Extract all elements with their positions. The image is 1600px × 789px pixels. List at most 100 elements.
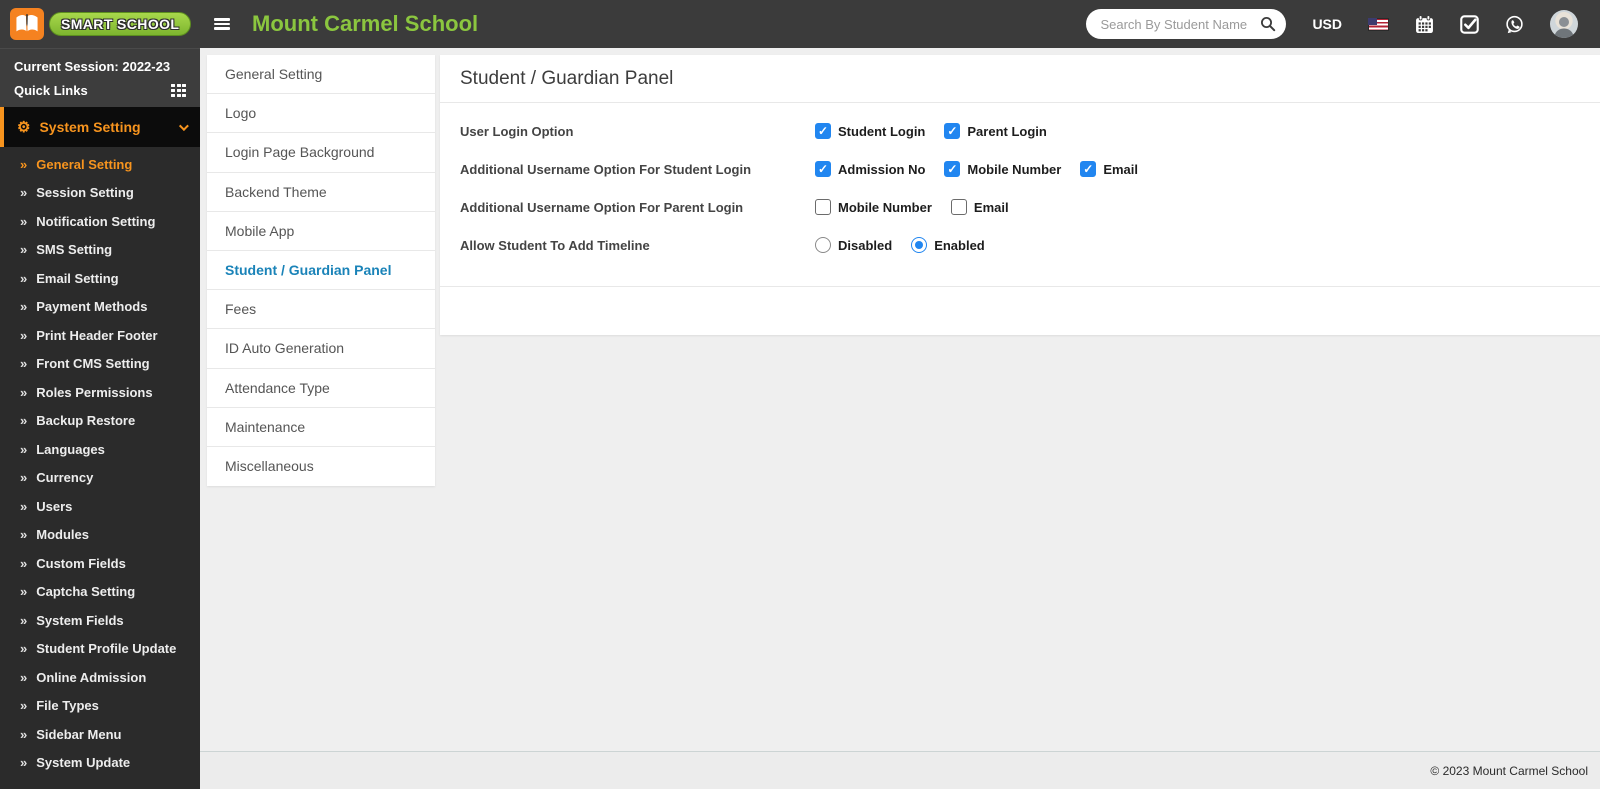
sidebar-item-email-setting[interactable]: » Email Setting <box>0 264 200 293</box>
sidebar-item-currency[interactable]: » Currency <box>0 464 200 493</box>
settings-tab-label: Login Page Background <box>225 144 375 161</box>
sidebar-item-label: Users <box>36 498 73 514</box>
user-avatar[interactable] <box>1550 10 1578 38</box>
calendar-icon[interactable] <box>1415 14 1434 34</box>
sidebar-item-student-profile-update[interactable]: » Student Profile Update <box>0 635 200 664</box>
option-label: Enabled <box>934 237 985 253</box>
chevrons-right-icon: » <box>20 726 28 742</box>
sidebar-item-backup-restore[interactable]: » Backup Restore <box>0 407 200 436</box>
task-check-icon[interactable] <box>1460 14 1479 34</box>
radio-option-enabled[interactable]: Enabled <box>911 237 985 253</box>
top-header: SMART SCHOOL Mount Carmel School USD <box>0 0 1600 48</box>
app-logo[interactable]: SMART SCHOOL <box>0 0 200 48</box>
settings-tab-label: Fees <box>225 301 257 318</box>
option-label: Mobile Number <box>967 161 1062 177</box>
settings-tab-fees[interactable]: Fees <box>207 290 435 330</box>
session-block: Current Session: 2022-23 Quick Links <box>0 48 200 107</box>
sidebar-item-users[interactable]: » Users <box>0 492 200 521</box>
chevrons-right-icon: » <box>20 327 28 343</box>
sidebar-item-print-header-footer[interactable]: » Print Header Footer <box>0 321 200 350</box>
sidebar-item-sms-setting[interactable]: » SMS Setting <box>0 236 200 265</box>
radio-option-disabled[interactable]: Disabled <box>815 237 892 253</box>
student-search-box[interactable] <box>1086 9 1287 39</box>
checkbox-checked-icon[interactable]: ✓ <box>944 123 961 139</box>
checkbox-checked-icon[interactable]: ✓ <box>944 161 961 177</box>
sidebar-item-label: Modules <box>36 527 89 543</box>
settings-tab-id-auto-generation[interactable]: ID Auto Generation <box>207 329 435 369</box>
sidebar-item-label: System Update <box>36 755 131 771</box>
sidebar-item-sidebar-menu[interactable]: » Sidebar Menu <box>0 720 200 749</box>
sidebar-item-payment-methods[interactable]: » Payment Methods <box>0 293 200 322</box>
checkbox-option-student-login[interactable]: ✓ Student Login <box>815 123 925 139</box>
radio-checked-icon[interactable] <box>911 237 928 253</box>
sidebar-item-notification-setting[interactable]: » Notification Setting <box>0 207 200 236</box>
settings-tab-login-page-background[interactable]: Login Page Background <box>207 133 435 173</box>
radio-unchecked-icon[interactable] <box>815 237 831 253</box>
checkbox-checked-icon[interactable]: ✓ <box>815 161 831 177</box>
settings-tab-label: ID Auto Generation <box>225 340 345 357</box>
sidebar-item-label: Backup Restore <box>36 413 136 429</box>
settings-tab-attendance-type[interactable]: Attendance Type <box>207 369 435 408</box>
option-label: Parent Login <box>967 123 1047 139</box>
chevrons-right-icon: » <box>20 527 28 543</box>
sidebar-item-captcha-setting[interactable]: » Captcha Setting <box>0 578 200 607</box>
row-label: Allow Student To Add Timeline <box>460 237 650 253</box>
checkbox-unchecked-icon[interactable] <box>815 199 831 215</box>
sidebar-item-label: Roles Permissions <box>36 384 153 400</box>
sidebar-item-label: General Setting <box>36 156 133 172</box>
chevrons-right-icon: » <box>20 413 28 429</box>
grid-icon[interactable] <box>171 83 186 98</box>
form-row-user-login-option: User Login Option ✓ Student Login ✓ Parent L… <box>440 112 1600 150</box>
sidebar-item-languages[interactable]: » Languages <box>0 435 200 464</box>
quick-links[interactable]: Quick Links <box>14 83 186 98</box>
checkbox-unchecked-icon[interactable] <box>950 199 967 215</box>
chevrons-right-icon: » <box>20 242 28 258</box>
settings-tab-mobile-app[interactable]: Mobile App <box>207 212 435 251</box>
checkbox-option-mobile-number[interactable]: Mobile Number <box>815 199 932 215</box>
settings-tab-miscellaneous[interactable]: Miscellaneous <box>207 447 435 486</box>
sidebar-item-label: Sidebar Menu <box>36 726 122 742</box>
hamburger-menu-icon[interactable] <box>214 18 230 30</box>
sidebar-item-system-update[interactable]: » System Update <box>0 749 200 778</box>
chevrons-right-icon: » <box>20 185 28 201</box>
sidebar-item-modules[interactable]: » Modules <box>0 521 200 550</box>
page-title: Student / Guardian Panel <box>440 55 1600 103</box>
chevrons-right-icon: » <box>20 555 28 571</box>
sidebar-item-label: Student Profile Update <box>36 641 177 657</box>
checkbox-option-parent-login[interactable]: ✓ Parent Login <box>944 123 1047 139</box>
form-row-additional-username-option-for-student-login: Additional Username Option For Student L… <box>440 150 1600 188</box>
sidebar-item-roles-permissions[interactable]: » Roles Permissions <box>0 378 200 407</box>
sidebar-item-session-setting[interactable]: » Session Setting <box>0 179 200 208</box>
checkbox-option-email[interactable]: ✓ Email <box>1080 161 1138 177</box>
gears-icon: ⚙ <box>17 118 31 136</box>
currency-selector[interactable]: USD <box>1312 16 1342 32</box>
option-label: Mobile Number <box>838 199 932 215</box>
language-flag-icon[interactable] <box>1368 17 1389 31</box>
sidebar-item-custom-fields[interactable]: » Custom Fields <box>0 549 200 578</box>
sidebar-item-system-setting[interactable]: ⚙ System Setting <box>0 107 200 147</box>
settings-tab-backend-theme[interactable]: Backend Theme <box>207 173 435 212</box>
logo-wordmark: SMART SCHOOL <box>49 12 192 36</box>
checkbox-checked-icon[interactable]: ✓ <box>1080 161 1097 177</box>
checkbox-checked-icon[interactable]: ✓ <box>815 123 831 139</box>
sidebar-item-general-setting[interactable]: » General Setting <box>0 150 200 179</box>
chevrons-right-icon: » <box>20 270 28 286</box>
checkbox-option-mobile-number[interactable]: ✓ Mobile Number <box>944 161 1061 177</box>
search-input[interactable] <box>1100 16 1261 32</box>
sidebar-item-file-types[interactable]: » File Types <box>0 692 200 721</box>
current-session-label: Current Session: 2022-23 <box>14 59 171 74</box>
main-sidebar: Current Session: 2022-23 Quick Links ⚙ S… <box>0 48 200 789</box>
whatsapp-icon[interactable] <box>1505 15 1524 34</box>
settings-tab-logo[interactable]: Logo <box>207 94 435 134</box>
settings-tab-general-setting[interactable]: General Setting <box>207 55 435 95</box>
settings-tab-maintenance[interactable]: Maintenance <box>207 408 435 447</box>
checkbox-option-email[interactable]: Email <box>950 199 1009 215</box>
settings-tab-label: General Setting <box>225 66 323 83</box>
sidebar-item-system-fields[interactable]: » System Fields <box>0 606 200 635</box>
settings-tab-student-guardian-panel[interactable]: Student / Guardian Panel <box>207 251 435 291</box>
chevrons-right-icon: » <box>20 755 28 771</box>
checkbox-option-admission-no[interactable]: ✓ Admission No <box>815 161 925 177</box>
sidebar-item-online-admission[interactable]: » Online Admission <box>0 663 200 692</box>
search-icon[interactable] <box>1260 16 1276 32</box>
sidebar-item-front-cms-setting[interactable]: » Front CMS Setting <box>0 350 200 379</box>
